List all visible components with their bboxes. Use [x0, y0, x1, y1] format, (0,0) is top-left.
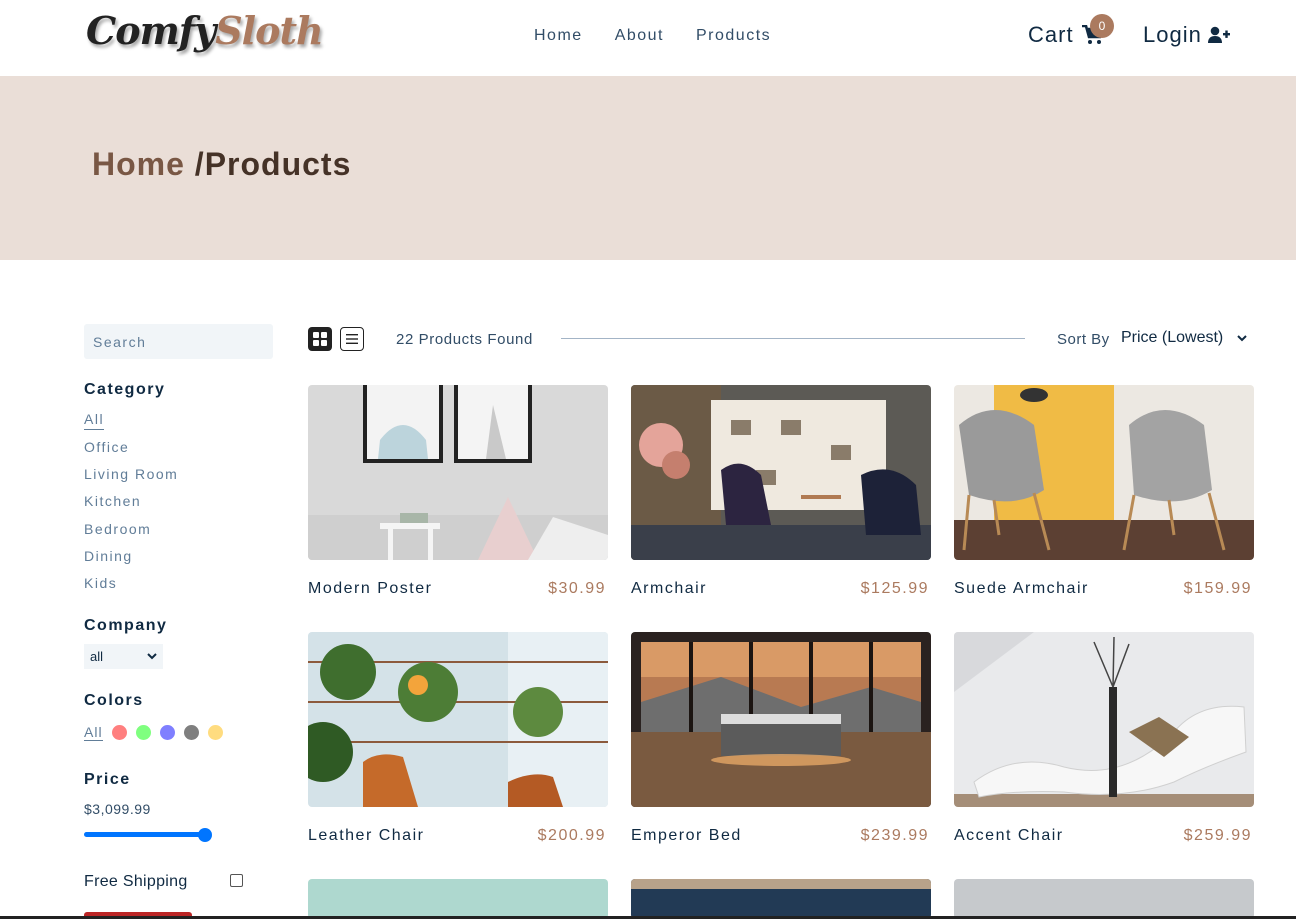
- product-image[interactable]: [954, 879, 1254, 919]
- products-found-count: 22 Products Found: [396, 331, 533, 348]
- category-office[interactable]: Office: [84, 439, 129, 455]
- price-slider-track: [84, 832, 208, 837]
- logo[interactable]: ComfySloth: [86, 8, 324, 53]
- category-heading: Category: [84, 381, 166, 398]
- price-slider-thumb[interactable]: [198, 828, 212, 842]
- product-price: $159.99: [1183, 580, 1252, 597]
- product-image[interactable]: [631, 385, 931, 560]
- category-kitchen[interactable]: Kitchen: [84, 493, 141, 509]
- category-living-room[interactable]: Living Room: [84, 466, 178, 482]
- price-value: $3,099.99: [84, 801, 151, 817]
- color-swatch-black[interactable]: [183, 725, 199, 740]
- sort-select-value: Price (Lowest): [1121, 329, 1224, 346]
- product-image[interactable]: [954, 385, 1254, 560]
- nav-links: Home About Products: [534, 27, 803, 45]
- grid-icon: [313, 332, 327, 346]
- product-card[interactable]: Modern Poster $30.99: [308, 385, 608, 597]
- product-price: $30.99: [548, 580, 606, 597]
- category-kids[interactable]: Kids: [84, 575, 117, 591]
- list-view-button[interactable]: [340, 327, 364, 351]
- color-all[interactable]: All: [84, 724, 103, 741]
- user-plus-icon: [1207, 26, 1230, 43]
- category-all[interactable]: All: [84, 411, 105, 430]
- breadcrumb-current: /Products: [184, 146, 352, 182]
- free-shipping-checkbox[interactable]: [230, 874, 243, 887]
- product-card[interactable]: Armchair $125.99: [631, 385, 931, 597]
- sort-label: Sort By: [1057, 331, 1110, 348]
- product-name: Suede Armchair: [954, 580, 1089, 597]
- category-dining[interactable]: Dining: [84, 548, 133, 564]
- color-swatch-blue[interactable]: [159, 725, 175, 740]
- colors-heading: Colors: [84, 692, 144, 709]
- product-card[interactable]: Accent Chair $259.99: [954, 632, 1254, 844]
- list-icon: [346, 334, 358, 344]
- product-name: Emperor Bed: [631, 827, 742, 844]
- product-image[interactable]: [308, 385, 608, 560]
- product-card[interactable]: Leather Chair $200.99: [308, 632, 608, 844]
- nav-link-products[interactable]: Products: [696, 27, 771, 45]
- product-name: Modern Poster: [308, 580, 433, 597]
- cart-label: Cart: [1028, 22, 1074, 47]
- breadcrumb-home-link[interactable]: Home: [92, 146, 185, 182]
- price-slider[interactable]: [84, 828, 212, 842]
- free-shipping-label: Free Shipping: [84, 873, 188, 890]
- cart-count-badge: 0: [1090, 14, 1114, 38]
- product-name: Leather Chair: [308, 827, 425, 844]
- product-image[interactable]: [954, 632, 1254, 807]
- logo-part-1: Comfy: [86, 8, 216, 53]
- sort-select[interactable]: Price (Lowest): [1121, 329, 1247, 347]
- login-button[interactable]: Login: [1143, 22, 1230, 48]
- navbar: ComfySloth Home About Products Cart 0 Lo…: [0, 0, 1296, 76]
- product-price: $259.99: [1183, 827, 1252, 844]
- breadcrumb: Home /Products: [92, 146, 351, 183]
- nav-link-home[interactable]: Home: [534, 27, 583, 45]
- color-swatch-red[interactable]: [111, 725, 127, 740]
- price-heading: Price: [84, 771, 131, 788]
- category-bedroom[interactable]: Bedroom: [84, 521, 151, 537]
- product-image[interactable]: [308, 879, 608, 919]
- grid-view-button[interactable]: [308, 327, 332, 351]
- product-card[interactable]: Suede Armchair $159.99: [954, 385, 1254, 597]
- product-card[interactable]: Emperor Bed $239.99: [631, 632, 931, 844]
- color-swatches: All: [84, 724, 232, 741]
- nav-link-about[interactable]: About: [615, 27, 664, 45]
- product-price: $200.99: [537, 827, 606, 844]
- chevron-down-icon: [147, 653, 157, 660]
- product-price: $239.99: [860, 827, 929, 844]
- page-hero: Home /Products: [0, 76, 1296, 260]
- product-name: Armchair: [631, 580, 708, 597]
- product-image[interactable]: [631, 632, 931, 807]
- product-name: Accent Chair: [954, 827, 1064, 844]
- login-label: Login: [1143, 22, 1202, 47]
- chevron-down-icon: [1237, 334, 1247, 341]
- company-heading: Company: [84, 617, 168, 634]
- product-image[interactable]: [631, 879, 931, 919]
- product-image[interactable]: [308, 632, 608, 807]
- company-select[interactable]: all: [84, 644, 163, 669]
- toolbar-divider: [561, 338, 1025, 339]
- color-swatch-green[interactable]: [135, 725, 151, 740]
- search-input[interactable]: [84, 324, 273, 359]
- product-price: $125.99: [860, 580, 929, 597]
- company-select-value: all: [90, 649, 104, 664]
- logo-part-2: Sloth: [215, 8, 323, 53]
- color-swatch-yellow[interactable]: [207, 725, 223, 740]
